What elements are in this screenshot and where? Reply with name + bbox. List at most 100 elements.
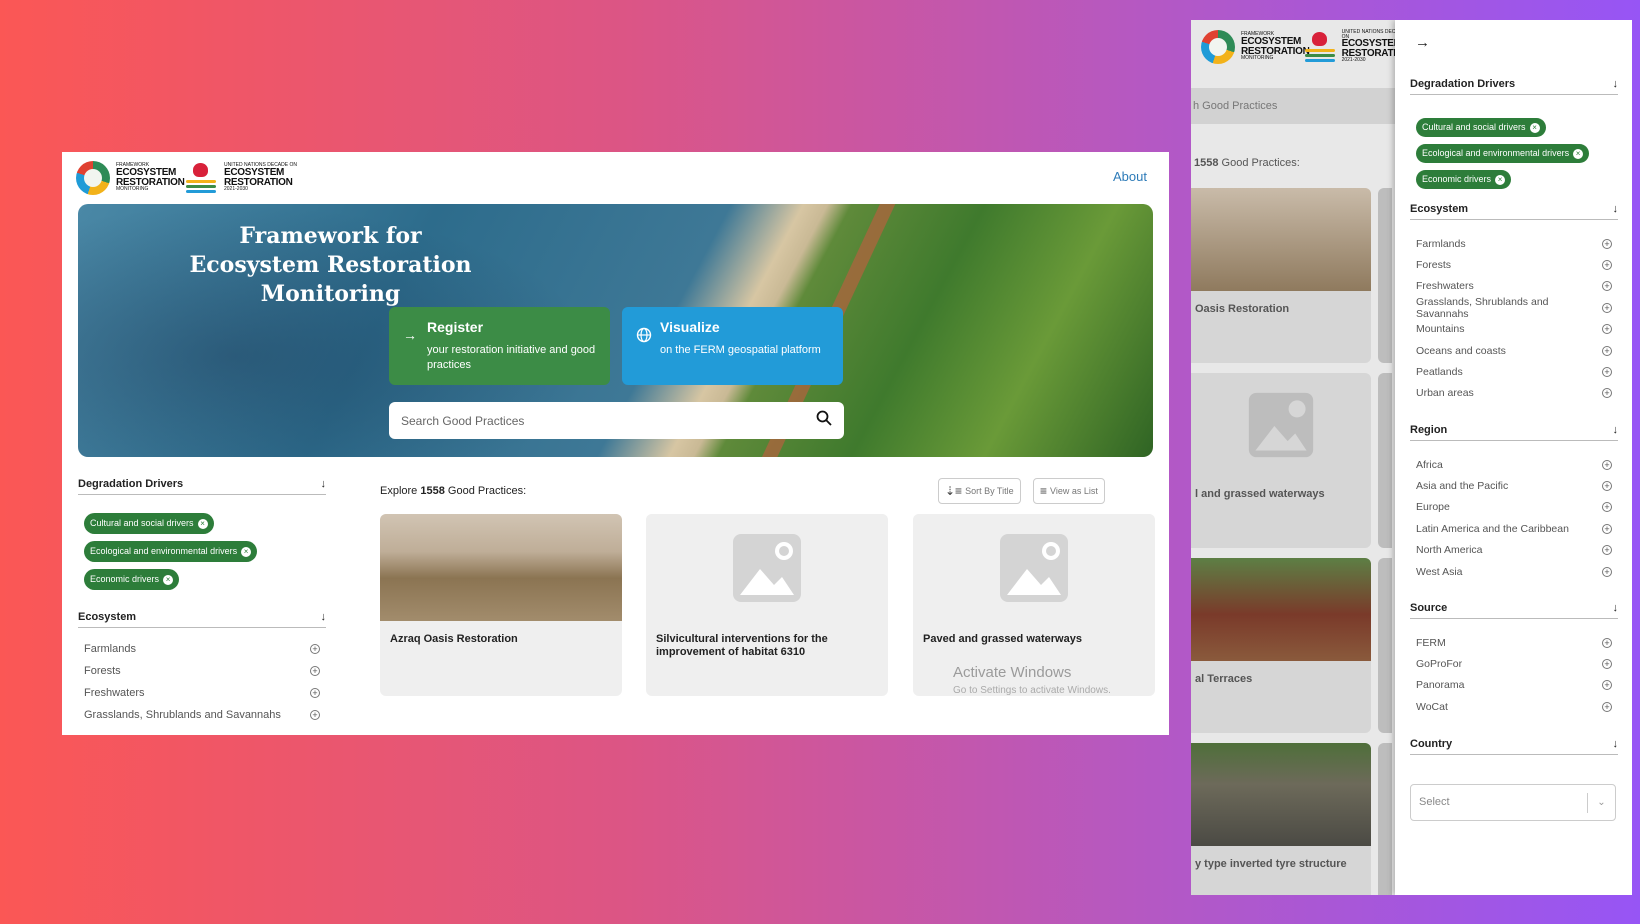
filter-option[interactable]: Forests + [1410,254,1618,275]
filter-chip[interactable]: Ecological and environmental drivers × [84,541,258,562]
view-as-list-button[interactable]: ≡ View as List [1033,478,1105,504]
add-filter-icon[interactable]: + [1602,367,1612,378]
search-input[interactable] [401,413,816,428]
card-image [380,514,622,621]
filter-header-degradation[interactable]: Degradation Drivers ↓ [78,478,326,495]
filter-option[interactable]: Farmlands + [1410,233,1618,254]
filter-option[interactable]: Oceans and coasts + [1410,340,1618,361]
add-filter-icon[interactable]: + [1602,260,1612,271]
filter-header-degradation[interactable]: Degradation Drivers ↓ [1410,78,1618,95]
filter-chip[interactable]: Cultural and social drivers × [84,513,214,534]
filter-option[interactable]: Farmlands + [78,638,326,660]
remove-chip-icon[interactable]: × [1573,149,1584,159]
good-practice-card: al Terraces [1191,558,1371,733]
filter-option[interactable]: Panorama + [1410,675,1618,696]
search-icon[interactable] [816,410,832,431]
add-filter-icon[interactable]: + [1602,345,1612,356]
filter-header-source[interactable]: Source ↓ [1410,602,1618,619]
un-decade-logo[interactable]: UNITED NATIONS DECADE ON ECOSYSTEM RESTO… [184,159,297,196]
card-title: Azraq Oasis Restoration [390,633,518,645]
remove-chip-icon[interactable]: × [163,575,174,585]
background-page: FRAMEWORK ECOSYSTEM RESTORATION MONITORI… [1191,20,1395,895]
add-filter-icon[interactable]: + [310,644,320,654]
add-filter-icon[interactable]: + [1602,388,1612,399]
filter-option[interactable]: West Asia + [1410,561,1618,582]
filter-option[interactable]: Freshwaters + [1410,276,1618,297]
add-filter-icon[interactable]: + [310,666,320,676]
add-filter-icon[interactable]: + [1602,566,1612,577]
filter-option[interactable]: Europe + [1410,497,1618,518]
filter-option[interactable]: Mountains + [1410,319,1618,340]
filter-section-region: Region ↓ Africa + Asia and the Pacific + Eu… [1410,424,1618,582]
filter-option[interactable]: Peatlands + [1410,361,1618,382]
filter-section-country: Country ↓ [1410,738,1618,755]
add-filter-icon[interactable]: + [1602,281,1612,292]
arrow-down-icon: ↓ [320,478,327,490]
ferm-logo[interactable]: FRAMEWORK ECOSYSTEM RESTORATION MONITORI… [76,159,185,196]
arrow-right-icon: → [403,327,417,343]
add-filter-icon[interactable]: + [1602,502,1612,513]
filter-option[interactable]: Forests + [78,660,326,682]
filter-option[interactable]: Africa + [1410,454,1618,475]
un-decade-logo: UNITED NATIONS DECADE ON ECOSYSTEM RESTO… [1303,28,1395,65]
arrow-down-icon: ↓ [320,611,327,623]
close-panel-arrow-icon[interactable]: → [1415,34,1430,51]
register-button[interactable]: → Register your restoration initiative a… [389,307,610,385]
filter-header-ecosystem[interactable]: Ecosystem ↓ [1410,203,1618,220]
filter-section-degradation: Degradation Drivers ↓ Cultural and social… [1410,78,1618,195]
ferm-logo-icon [76,160,110,195]
filter-option[interactable]: North America + [1410,540,1618,561]
filter-chip[interactable]: Economic drivers × [1416,170,1512,189]
add-filter-icon[interactable]: + [310,710,320,720]
sort-button[interactable]: ⇣≡ Sort By Title [938,478,1021,504]
results-count: 1558 Good Practices: [1194,157,1300,169]
filter-header-region[interactable]: Region ↓ [1410,424,1618,441]
add-filter-icon[interactable]: + [1602,302,1612,313]
add-filter-icon[interactable]: + [1602,545,1612,556]
filter-option[interactable]: Grasslands, Shrublands and Savannahs + [78,704,326,726]
activate-windows-watermark: Activate Windows [953,664,1072,681]
image-placeholder-icon [913,514,1155,621]
remove-chip-icon[interactable]: × [1529,123,1540,133]
filter-option[interactable]: Asia and the Pacific + [1410,475,1618,496]
visualize-button[interactable]: Visualize on the FERM geospatial platfor… [622,307,843,385]
active-filter-chips: Cultural and social drivers × Ecological … [78,495,326,611]
filter-option[interactable]: Latin America and the Caribbean + [1410,518,1618,539]
filter-chip[interactable]: Ecological and environmental drivers × [1416,144,1590,163]
good-practice-card[interactable]: Azraq Oasis Restoration [380,514,622,696]
filter-panel: → Degradation Drivers ↓ Cultural and soci… [1395,20,1632,895]
remove-chip-icon[interactable]: × [197,519,208,529]
remove-chip-icon[interactable]: × [1495,175,1506,185]
add-filter-icon[interactable]: + [1602,680,1612,691]
country-select[interactable]: Select ⌄ [1410,784,1616,821]
filter-chip[interactable]: Cultural and social drivers × [1416,118,1546,137]
add-filter-icon[interactable]: + [1602,523,1612,534]
add-filter-icon[interactable]: + [1602,659,1612,670]
filter-option[interactable]: Grasslands, Shrublands and Savannahs + [1410,296,1618,320]
add-filter-icon[interactable]: + [1602,238,1612,249]
add-filter-icon[interactable]: + [310,688,320,698]
filter-option[interactable]: WoCat + [1410,696,1618,717]
add-filter-icon[interactable]: + [1602,324,1612,335]
filter-option[interactable]: FERM + [1410,632,1618,653]
add-filter-icon[interactable]: + [1602,637,1612,648]
filter-option[interactable]: Freshwaters + [78,682,326,704]
add-filter-icon[interactable]: + [1602,701,1612,712]
add-filter-icon[interactable]: + [1602,481,1612,492]
good-practice-card[interactable]: Silvicultural interventions for the impr… [646,514,888,696]
remove-chip-icon[interactable]: × [241,547,252,557]
un-decade-logo-icon [184,161,218,195]
filter-header-country[interactable]: Country ↓ [1410,738,1618,755]
filter-sidebar: Degradation Drivers ↓ Cultural and socia… [78,478,326,726]
hero-banner: Framework for Ecosystem Restoration Moni… [78,204,1153,457]
add-filter-icon[interactable]: + [1602,459,1612,470]
about-link[interactable]: About [1113,169,1147,184]
ferm-logo-icon [1201,29,1235,64]
arrow-down-icon: ↓ [1612,738,1619,750]
image-placeholder-icon [646,514,888,621]
filter-option[interactable]: Urban areas + [1410,383,1618,404]
filter-chip[interactable]: Economic drivers × [84,569,180,590]
filter-header-ecosystem[interactable]: Ecosystem ↓ [78,611,326,628]
filter-option[interactable]: GoProFor + [1410,653,1618,674]
main-window: FRAMEWORK ECOSYSTEM RESTORATION MONITORI… [62,152,1169,735]
